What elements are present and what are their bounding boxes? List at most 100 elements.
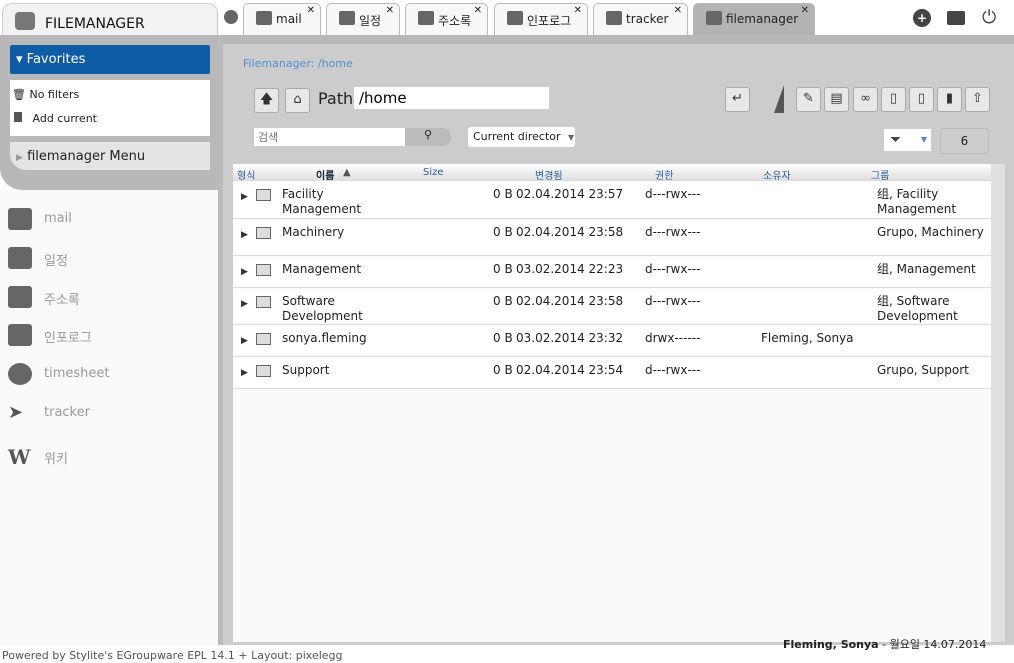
paste-copy-icon: ▯ <box>889 91 898 106</box>
close-icon[interactable]: ✕ <box>801 5 809 16</box>
file-modified: 02.04.2014 23:58 <box>516 225 624 239</box>
file-name[interactable]: sonya.fleming <box>282 331 392 346</box>
file-group: 组, Software Development <box>877 294 958 323</box>
folder-icon <box>256 333 271 345</box>
expand-icon[interactable]: ▶ <box>241 190 248 205</box>
enter-icon: ↵ <box>732 91 743 106</box>
file-permissions: drwx------ <box>645 331 701 345</box>
select-value: Current director <box>473 130 561 143</box>
file-name[interactable]: Machinery <box>282 225 392 240</box>
file-size: 0 B <box>493 262 513 276</box>
scrollbar[interactable] <box>991 164 1005 642</box>
folder-icon <box>256 296 271 308</box>
mail-icon <box>8 208 32 230</box>
expand-icon[interactable]: ▶ <box>241 334 248 349</box>
up-button[interactable]: 🡅 <box>254 88 279 113</box>
sidebar-item-label: mail <box>44 211 72 226</box>
col-modified[interactable]: 변경됨 <box>535 167 563 182</box>
paste-button[interactable]: ▮ <box>937 87 962 112</box>
tab-mail[interactable]: mail ✕ <box>243 3 321 36</box>
table-row[interactable]: ▶ Support 0 B 02.04.2014 23:54 d---rwx--… <box>233 358 991 389</box>
tab-tracker[interactable]: tracker ✕ <box>593 3 688 36</box>
search-input[interactable] <box>254 128 405 146</box>
sort-asc-icon: ▲ <box>343 167 351 178</box>
power-icon[interactable]: ⏻ <box>982 7 996 28</box>
upload-button[interactable]: ⇧ <box>965 87 990 112</box>
favorite-no-filters[interactable]: 🗑 No filters <box>12 88 79 101</box>
go-button[interactable]: ↵ <box>725 87 750 112</box>
expand-icon[interactable]: ▶ <box>241 265 248 280</box>
new-folder-button[interactable]: ▤ <box>824 87 849 112</box>
folder-icon <box>256 264 271 276</box>
file-name[interactable]: Management <box>282 262 392 277</box>
favorites-header[interactable]: ▾ Favorites <box>10 45 210 74</box>
sidebar-item-label: tracker <box>44 405 90 420</box>
file-name[interactable]: Software Development <box>282 294 392 324</box>
file-modified: 02.04.2014 23:54 <box>516 363 624 377</box>
tab-label: filemanager <box>726 12 799 26</box>
plus-circle-icon[interactable]: + <box>913 9 931 27</box>
tab-label: 일정 <box>359 14 382 28</box>
link-icon: ∞ <box>860 91 871 106</box>
user-name[interactable]: Fleming, Sonya <box>783 638 879 651</box>
egroupware-icon[interactable] <box>224 10 238 24</box>
favorite-label: No filters <box>29 88 80 101</box>
calendar-icon <box>339 11 355 25</box>
file-name[interactable]: Facility Management <box>282 187 392 217</box>
table-row[interactable]: ▶ Facility Management 0 B 02.04.2014 23:… <box>233 182 991 219</box>
col-group[interactable]: 그룹 <box>871 167 889 182</box>
addressbook-icon <box>418 11 434 25</box>
tab-calendar[interactable]: 일정 ✕ <box>326 3 400 36</box>
directory-select[interactable]: Current director ▼ <box>468 127 575 147</box>
chevron-down-icon[interactable]: ▼ <box>921 135 927 144</box>
path-label: Path <box>318 89 354 108</box>
filemanager-menu-header[interactable]: ▶ filemanager Menu <box>10 142 210 170</box>
tab-addressbook[interactable]: 주소록 ✕ <box>405 3 488 36</box>
menu-title: filemanager Menu <box>27 149 146 164</box>
link-button[interactable]: ∞ <box>853 87 878 112</box>
close-icon[interactable]: ✕ <box>474 5 482 16</box>
home-button[interactable]: ⌂ <box>285 88 310 113</box>
file-size: 0 B <box>493 225 513 239</box>
file-permissions: d---rwx--- <box>645 363 701 377</box>
close-icon[interactable]: ✕ <box>386 5 394 16</box>
tracker-icon: ➤ <box>8 402 24 423</box>
file-modified: 03.02.2014 23:32 <box>516 331 624 345</box>
print-icon[interactable] <box>947 11 965 25</box>
paste-link-button[interactable]: ▯ <box>909 87 934 112</box>
col-size[interactable]: Size <box>423 167 444 178</box>
favorite-add-current[interactable]: Add current <box>14 112 97 125</box>
close-icon[interactable]: ✕ <box>574 5 582 16</box>
col-owner[interactable]: 소유자 <box>763 167 791 182</box>
filter-button[interactable]: ⏷ ▼ <box>883 128 932 152</box>
table-row[interactable]: ▶ sonya.fleming 0 B 03.02.2014 23:32 drw… <box>233 326 991 357</box>
search-button[interactable]: ⚲ <box>405 128 451 146</box>
path-input[interactable] <box>354 87 549 109</box>
expand-icon[interactable]: ▶ <box>241 366 248 381</box>
file-name[interactable]: Support <box>282 363 392 378</box>
tab-infolog[interactable]: 인포로그 ✕ <box>494 3 588 36</box>
col-type[interactable]: 형식 <box>237 167 255 182</box>
expand-icon[interactable]: ▶ <box>241 297 248 312</box>
col-permissions[interactable]: 권한 <box>655 167 673 182</box>
favorite-label: Add current <box>32 112 97 125</box>
edit-button[interactable]: ✎ <box>796 87 821 112</box>
clipboard-icon <box>8 324 32 346</box>
expand-icon[interactable]: ▶ <box>241 228 248 243</box>
clipboard-icon <box>507 11 523 25</box>
col-name[interactable]: 이름 <box>316 167 334 182</box>
app-list: mail 일정 주소록 인포로그 timesheet ➤ tracker W 위키 <box>0 190 218 645</box>
table-row[interactable]: ▶ Management 0 B 03.02.2014 22:23 d---rw… <box>233 257 991 288</box>
close-icon[interactable]: ✕ <box>307 5 315 16</box>
copy-button[interactable]: ▯ <box>881 87 906 112</box>
file-group: 组, Facility Management <box>877 187 957 216</box>
table-row[interactable]: ▶ Machinery 0 B 02.04.2014 23:58 d---rwx… <box>233 220 991 256</box>
tab-filemanager[interactable]: filemanager ✕ <box>693 3 815 35</box>
tracker-icon <box>606 11 622 25</box>
filemanager-icon <box>15 12 35 30</box>
table-row[interactable]: ▶ Software Development 0 B 02.04.2014 23… <box>233 289 991 325</box>
current-date: 월요일 14.07.2014 <box>889 638 987 651</box>
app-title: FILEMANAGER <box>45 16 145 32</box>
close-icon[interactable]: ✕ <box>674 5 682 16</box>
breadcrumb[interactable]: Filemanager: /home <box>243 57 353 70</box>
